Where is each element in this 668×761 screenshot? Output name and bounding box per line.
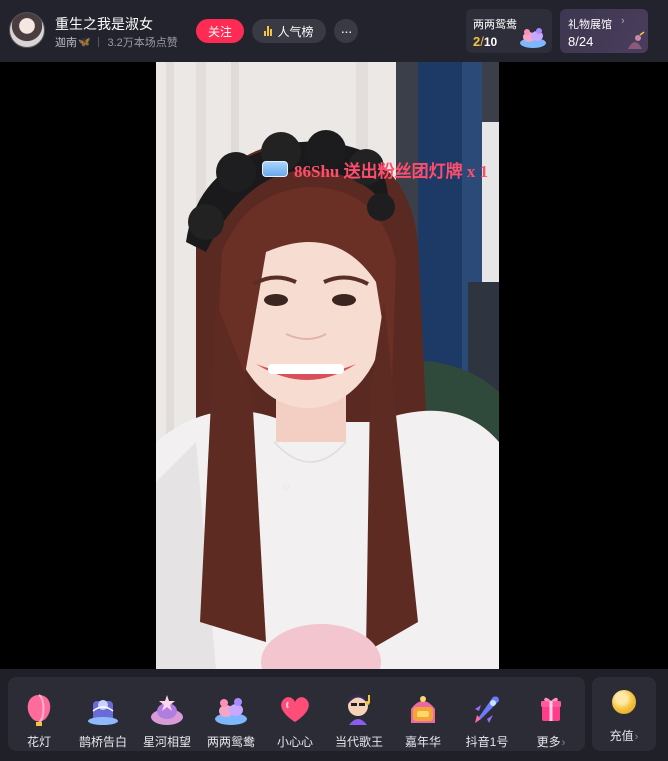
- task-title: 两两鸳鸯: [473, 19, 517, 31]
- magpie-bridge-icon: [88, 700, 118, 725]
- gift-label: 小心心: [276, 735, 313, 749]
- rocket-icon: [475, 696, 499, 723]
- star-river-icon: [151, 695, 183, 725]
- gift-task-card[interactable]: 两两鸳鸯 2/10: [466, 9, 552, 53]
- streamer-name[interactable]: 重生之我是淑女: [55, 14, 153, 34]
- bar-chart-icon: [264, 26, 273, 36]
- popularity-rank-label: 人气榜: [277, 24, 314, 39]
- divider: [98, 37, 100, 47]
- gift-item[interactable]: 星河相望: [135, 685, 199, 751]
- recharge-label-wrap: 充值›: [592, 727, 656, 744]
- gift-item[interactable]: 当代歌王: [327, 685, 391, 751]
- live-room-header: 重生之我是淑女 迦南 🦋 3.2万本场点赞 关注 人气榜 ··· 两两鸳鸯 2/…: [0, 0, 668, 62]
- lantern-icon: [27, 694, 51, 726]
- heart-icon: [281, 697, 309, 722]
- more-gifts-button[interactable]: 更多›: [519, 685, 583, 751]
- singer-icon: [348, 695, 370, 725]
- gift-label: 抖音1号: [465, 735, 509, 749]
- gift-bar: 花灯 鹊桥告白 星河相望 两两鸳鸯 小心心 当代歌王 嘉年华 抖音1号 更多› …: [0, 669, 668, 761]
- fan-club-badge-icon: [262, 161, 288, 177]
- gift-label: 花灯: [26, 735, 51, 749]
- more-gifts-label: 更多: [536, 735, 561, 749]
- more-options-button[interactable]: ···: [334, 19, 358, 43]
- gift-tray: 花灯 鹊桥告白 星河相望 两两鸳鸯 小心心 当代歌王 嘉年华 抖音1号 更多›: [8, 677, 585, 751]
- gift-notification-banner: 86Shu 送出粉丝团灯牌 x 1: [262, 158, 489, 181]
- gift-item[interactable]: 抖音1号: [455, 685, 519, 751]
- gallery-count: 8/24: [568, 34, 594, 49]
- popularity-rank-button[interactable]: 人气榜: [252, 19, 326, 43]
- mandarin-duck-icon: [215, 698, 247, 725]
- gift-banner-text: 86Shu 送出粉丝团灯牌 x 1: [294, 161, 489, 181]
- live-video-frame[interactable]: [156, 62, 499, 669]
- gift-label: 更多›: [519, 733, 583, 750]
- gift-gallery-card[interactable]: 礼物展馆 › 8/24: [560, 9, 648, 53]
- recharge-label: 充值: [609, 729, 634, 743]
- chevron-right-icon: ›: [621, 15, 625, 27]
- task-progress: 2/10: [473, 34, 497, 49]
- likes-count: 3.2万本场点赞: [107, 37, 178, 49]
- gift-item[interactable]: 两两鸳鸯: [199, 685, 263, 751]
- streamer-video-image: [156, 62, 499, 669]
- gallery-trophy-icon: [628, 31, 645, 49]
- streamer-handle: 迦南: [55, 37, 77, 49]
- gift-label: 两两鸳鸯: [206, 735, 255, 749]
- recharge-button[interactable]: 充值›: [592, 677, 656, 751]
- gift-label: 星河相望: [142, 735, 191, 749]
- gift-label: 鹊桥告白: [78, 735, 127, 749]
- gallery-title: 礼物展馆: [568, 19, 612, 31]
- butterfly-badge-icon: 🦋: [78, 36, 91, 48]
- gift-item[interactable]: 小心心: [263, 685, 327, 751]
- chevron-right-icon: ›: [634, 731, 639, 743]
- gift-item[interactable]: 嘉年华: [391, 685, 455, 751]
- streamer-subinfo: 迦南 🦋 3.2万本场点赞: [55, 34, 178, 50]
- gift-box-icon: [541, 697, 561, 721]
- coin-icon: [612, 690, 636, 714]
- live-video-stage[interactable]: 86Shu 送出粉丝团灯牌 x 1: [0, 62, 668, 669]
- gift-item[interactable]: 鹊桥告白: [71, 685, 135, 751]
- follow-button[interactable]: 关注: [196, 19, 244, 43]
- streamer-avatar[interactable]: [9, 12, 45, 48]
- mandarin-duck-icon: [520, 28, 546, 48]
- gift-label: 嘉年华: [404, 735, 441, 749]
- carnival-icon: [411, 696, 435, 723]
- gift-label: 当代歌王: [334, 735, 383, 749]
- gift-item[interactable]: 花灯: [7, 685, 71, 751]
- chevron-right-icon: ›: [561, 737, 566, 749]
- task-progress-total: 10: [483, 35, 498, 49]
